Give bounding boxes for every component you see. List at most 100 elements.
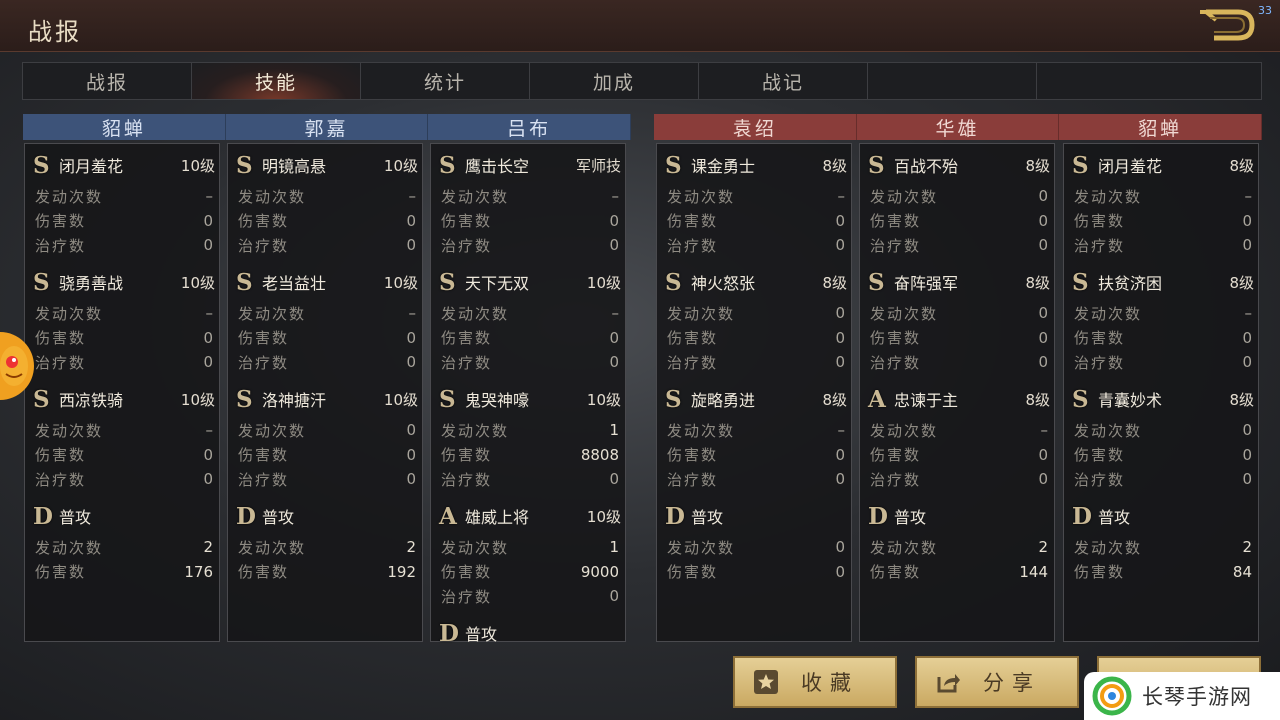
skill-title-row[interactable]: S 明镜高悬 10级 bbox=[236, 152, 418, 178]
skill-level: 10级 bbox=[383, 156, 418, 175]
skill-title-row[interactable]: S 洛神搪汗 10级 bbox=[236, 386, 418, 412]
skill-title-row[interactable]: S 老当益壮 10级 bbox=[236, 269, 418, 295]
skill-name: 鹰击长空 bbox=[465, 157, 530, 176]
stat-value: 0 bbox=[1242, 211, 1252, 230]
skill-column: S 百战不殆 8级 发动次数 0 伤害数 0 治疗数 0 S 奋阵强军 8级 发动次数 0 伤害数 0 治疗数 0… bbox=[859, 143, 1055, 642]
stat-label: 伤害数 bbox=[238, 563, 290, 581]
skill-title-row[interactable]: S 课金勇士 8级 bbox=[665, 152, 847, 178]
skill-title-row[interactable]: D 普攻 bbox=[439, 620, 621, 646]
skill-level: 8级 bbox=[822, 273, 847, 292]
stat-value: 84 bbox=[1232, 562, 1252, 581]
skill-title-row[interactable]: S 奋阵强军 8级 bbox=[868, 269, 1050, 295]
stat-label: 伤害数 bbox=[35, 446, 87, 464]
stat-label: 发动次数 bbox=[1074, 187, 1143, 206]
stat-row: 发动次数 1 bbox=[441, 419, 619, 441]
stat-row: 发动次数 2 bbox=[870, 536, 1048, 558]
skill-name: 普攻 bbox=[262, 508, 295, 527]
skill-grade-badge: S bbox=[868, 268, 885, 296]
skill-title-row[interactable]: S 扶贫济困 8级 bbox=[1072, 269, 1254, 295]
stat-label: 治疗数 bbox=[238, 353, 290, 372]
stat-row: 治疗数 0 bbox=[1074, 234, 1252, 256]
back-arrow-icon[interactable] bbox=[1196, 4, 1258, 46]
skill-title-row[interactable]: S 旋略勇进 8级 bbox=[665, 386, 847, 412]
skill-grade-badge: D bbox=[868, 502, 888, 530]
skill-title-row[interactable]: S 天下无双 10级 bbox=[439, 269, 621, 295]
skill-name: 天下无双 bbox=[465, 274, 530, 293]
skill-title-row[interactable]: S 骁勇善战 10级 bbox=[33, 269, 215, 295]
share-button[interactable]: 分享 bbox=[915, 656, 1079, 708]
skill-level: 8级 bbox=[1229, 156, 1254, 175]
tab-6[interactable] bbox=[1037, 63, 1206, 99]
skill-level: 10级 bbox=[180, 390, 215, 409]
favorite-button[interactable]: 收藏 bbox=[733, 656, 897, 708]
stat-row: 治疗数 0 bbox=[667, 468, 845, 490]
skill-title-row[interactable]: S 百战不殆 8级 bbox=[868, 152, 1050, 178]
skill-title-row[interactable]: D 普攻 bbox=[1072, 503, 1254, 529]
skill-title-row[interactable]: D 普攻 bbox=[665, 503, 847, 529]
stat-value: 0 bbox=[1038, 470, 1048, 488]
skill-name: 普攻 bbox=[465, 625, 498, 644]
stat-value: 0 bbox=[835, 470, 845, 488]
stat-label: 伤害数 bbox=[667, 563, 719, 581]
stat-row: 伤害数 0 bbox=[870, 210, 1048, 232]
stat-label: 伤害数 bbox=[667, 212, 719, 230]
skill-name: 旋略勇进 bbox=[691, 391, 756, 410]
stat-row: 发动次数 0 bbox=[667, 302, 845, 324]
watermark-text: 长琴手游网 bbox=[1142, 685, 1252, 709]
stat-label: 治疗数 bbox=[35, 236, 87, 255]
tab-2[interactable]: 统计 bbox=[361, 63, 530, 99]
skill-title-row[interactable]: D 普攻 bbox=[236, 503, 418, 529]
stat-value: – bbox=[205, 187, 214, 205]
stat-row: 伤害数 144 bbox=[870, 561, 1048, 583]
stat-row: 治疗数 0 bbox=[870, 234, 1048, 256]
stat-value: 0 bbox=[406, 470, 416, 488]
tab-3[interactable]: 加成 bbox=[530, 63, 699, 99]
skill-level: 军师技 bbox=[575, 156, 621, 175]
skill-grade-badge: S bbox=[439, 385, 456, 413]
skill-name: 普攻 bbox=[59, 508, 92, 527]
skill-name: 西凉铁骑 bbox=[59, 391, 124, 410]
stat-row: 伤害数 0 bbox=[667, 210, 845, 232]
stat-row: 发动次数 – bbox=[441, 302, 619, 324]
skill-title-row[interactable]: S 闭月羞花 8级 bbox=[1072, 152, 1254, 178]
skill-title-row[interactable]: S 神火怒张 8级 bbox=[665, 269, 847, 295]
stat-row: 治疗数 0 bbox=[667, 234, 845, 256]
skill-level: 8级 bbox=[1025, 390, 1050, 409]
skill-title-row[interactable]: S 鬼哭神嚎 10级 bbox=[439, 386, 621, 412]
stat-row: 发动次数 1 bbox=[441, 536, 619, 558]
skill-grade-badge: S bbox=[33, 268, 50, 296]
tab-1[interactable]: 技能 bbox=[192, 63, 361, 99]
stat-value: 0 bbox=[835, 353, 845, 371]
stat-label: 伤害数 bbox=[35, 329, 87, 347]
tab-5[interactable] bbox=[868, 63, 1037, 99]
general-name-header: 吕布 bbox=[428, 114, 632, 140]
skill-grade-badge: S bbox=[33, 151, 50, 179]
skill-title-row[interactable]: D 普攻 bbox=[868, 503, 1050, 529]
stat-label: 伤害数 bbox=[35, 212, 87, 230]
ally-team-bar: 貂蝉 郭嘉 吕布 bbox=[23, 114, 632, 140]
skill-name: 忠谏于主 bbox=[894, 391, 959, 410]
skill-level: 10级 bbox=[383, 390, 418, 409]
skill-title-row[interactable]: S 鹰击长空 军师技 bbox=[439, 152, 621, 178]
stat-label: 伤害数 bbox=[870, 212, 922, 230]
stat-label: 治疗数 bbox=[667, 353, 719, 372]
skill-title-row[interactable]: S 青囊妙术 8级 bbox=[1072, 386, 1254, 412]
skill-title-row[interactable]: D 普攻 bbox=[33, 503, 215, 529]
stat-value: – bbox=[205, 421, 214, 439]
stat-row: 发动次数 0 bbox=[1074, 419, 1252, 441]
stat-label: 伤害数 bbox=[870, 329, 922, 347]
stat-label: 发动次数 bbox=[35, 421, 104, 440]
skill-grade-badge: S bbox=[665, 385, 682, 413]
stat-row: 发动次数 – bbox=[35, 185, 213, 207]
skill-title-row[interactable]: A 雄威上将 10级 bbox=[439, 503, 621, 529]
skill-title-row[interactable]: A 忠谏于主 8级 bbox=[868, 386, 1050, 412]
stat-row: 治疗数 0 bbox=[441, 234, 619, 256]
stat-row: 治疗数 0 bbox=[870, 468, 1048, 490]
skill-title-row[interactable]: S 西凉铁骑 10级 bbox=[33, 386, 215, 412]
skill-title-row[interactable]: S 闭月羞花 10级 bbox=[33, 152, 215, 178]
tab-4[interactable]: 战记 bbox=[699, 63, 868, 99]
stat-value: – bbox=[205, 304, 214, 322]
stat-label: 治疗数 bbox=[667, 236, 719, 255]
tab-0[interactable]: 战报 bbox=[23, 63, 192, 99]
stat-value: 0 bbox=[406, 353, 416, 371]
